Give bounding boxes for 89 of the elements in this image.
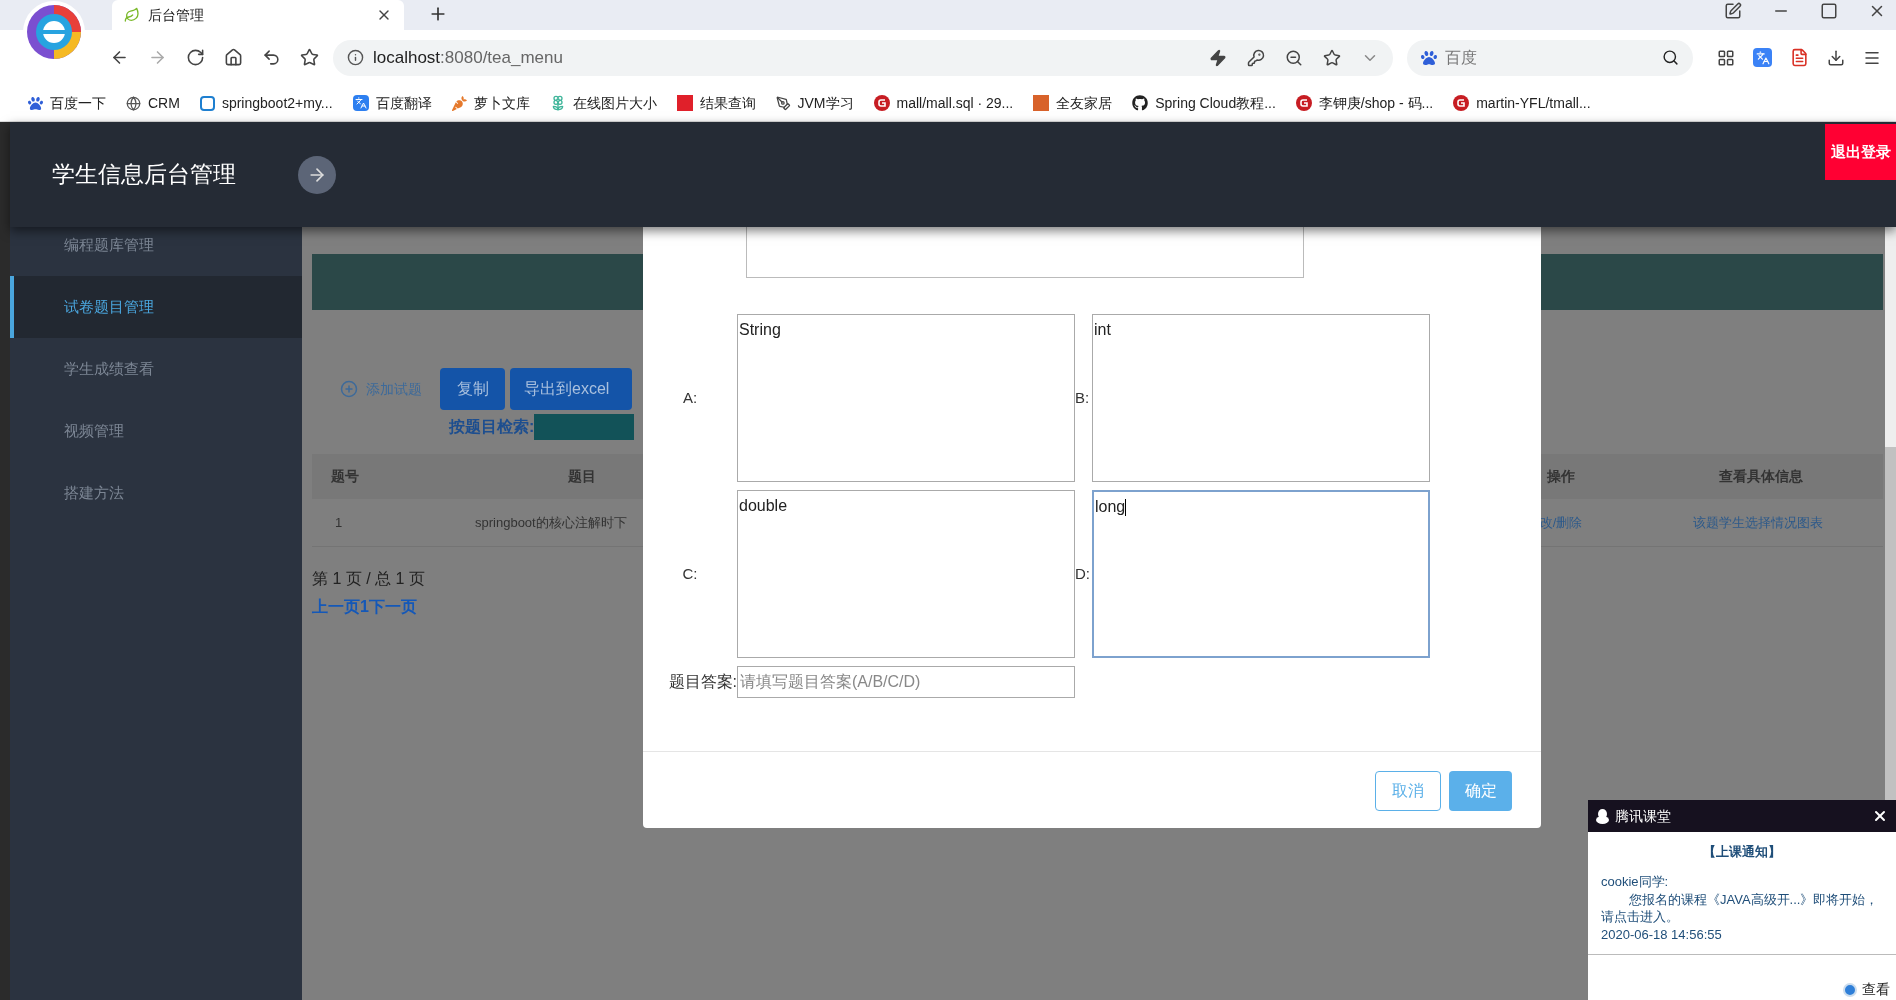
logout-button[interactable]: 退出登录 [1825,124,1896,180]
bookmark-item[interactable]: JVM学习 [775,92,854,114]
star-icon[interactable] [300,48,319,67]
bookmark-item[interactable]: mall/mall.sql · 29... [873,92,1014,114]
paw-icon [1421,49,1437,66]
option-label: D: [1075,563,1091,584]
bookmark-icon [1033,95,1050,111]
option-textarea[interactable]: double [737,490,1075,658]
page-summary: 第 1 页 / 总 1 页 [312,569,425,589]
browser-tab[interactable]: 后台管理 [112,0,404,30]
table-cell-text: 1 [335,513,344,532]
sidebar-item[interactable]: 搭建方法 [10,462,302,524]
bookmark-item[interactable]: 李钾庚/shop - 码... [1295,92,1434,114]
key-icon[interactable] [1247,48,1265,67]
bookmark-item[interactable]: martin-YFL/tmall... [1453,92,1591,114]
bookmark-item[interactable]: 结果查询 [676,92,756,114]
bookmark-item[interactable]: springboot2+my... [199,92,333,114]
notification-time: 2020-06-18 14:56:55 [1601,926,1723,944]
search-label: 按题目检索: [449,417,535,437]
search-input[interactable] [534,414,635,440]
view-link[interactable]: 查看 [1843,979,1890,1000]
note-icon[interactable] [1724,2,1742,20]
home-icon[interactable] [224,48,243,67]
option-label: C: [681,563,699,584]
undo-icon[interactable] [262,48,281,67]
sidebar-item[interactable]: 试卷题目管理 [10,276,302,338]
answer-field[interactable]: 请填写题目答案(A/B/C/D) [737,666,1075,698]
notification-title: 腾讯课堂 [1615,806,1672,826]
bookmark-item[interactable]: 百度一下 [28,92,106,114]
g-logo-icon [1453,95,1470,111]
github-icon [1132,95,1149,111]
pen-icon [775,95,791,111]
search-field[interactable]: 百度 [1407,39,1693,76]
plus-icon [340,380,358,398]
g-logo-icon [873,95,890,111]
column-header: 题目 [568,467,596,486]
option-textarea[interactable]: int [1092,314,1430,482]
bookmark-item[interactable]: Spring Cloud教程... [1132,92,1276,114]
option-textarea[interactable]: long [1092,490,1430,658]
maximize-icon[interactable] [1820,2,1838,20]
sidebar-item[interactable]: 视频管理 [10,400,302,462]
url-host: localhost [373,46,441,69]
option-textarea[interactable]: String [737,314,1075,482]
info-icon [347,49,364,66]
notification-message: 您报名的课程《JAVA高级开...》即将开始，请点击进入。 [1601,891,1880,925]
frame-icon [199,95,215,111]
bookmark-item[interactable]: 萝卜文库 [451,92,530,114]
notification-heading: 【上课通知】 [1702,843,1782,861]
column-header: 查看具体信息 [1719,467,1803,486]
answer-label: 题目答案: [667,672,737,692]
bookmark-item[interactable]: 在线图片大小 [549,92,657,114]
carrot-icon [451,95,467,111]
download-icon[interactable] [1827,48,1845,67]
bookmark-item[interactable]: 全友家居 [1033,92,1113,114]
g-logo-icon [1295,95,1312,111]
sidebar-item[interactable]: 学生成绩查看 [10,338,302,400]
translate-icon [352,95,369,111]
address-bar[interactable]: localhost:8080/tea_menu [333,39,1393,76]
bookmark-item[interactable]: 百度翻译 [352,92,432,114]
reload-icon[interactable] [186,48,205,67]
app-title: 学生信息后台管理 [52,160,236,190]
expand-button[interactable] [298,155,336,194]
column-header: 题号 [331,467,360,486]
sidebar-item[interactable]: 编程题库管理 [10,227,302,276]
bolt-icon[interactable] [1209,48,1227,67]
url-path: :8080/tea_menu [440,46,563,69]
copy-button[interactable]: 复制 [440,368,505,410]
table-cell-text: springboot的核心注解时下 [475,513,627,532]
leaf-icon [124,7,140,23]
content-textarea[interactable] [746,227,1304,278]
zoom-out-icon[interactable] [1285,48,1303,67]
column-header: 操作 [1547,467,1575,486]
notification-greeting: cookie同学: [1601,872,1670,891]
search-icon[interactable] [1662,49,1679,66]
grid-icon[interactable] [1717,48,1735,67]
penguin-icon [1596,808,1609,824]
paw-icon [28,95,43,111]
export-button[interactable]: 导出到excel [510,368,632,410]
translate-icon[interactable] [1753,48,1772,67]
bookmark-star-icon[interactable] [1323,48,1341,67]
pdf-icon[interactable] [1790,48,1809,67]
bookmark-item[interactable]: CRM [126,92,180,114]
back-icon[interactable] [110,48,129,67]
close-icon[interactable] [1872,808,1888,824]
globe-icon [126,95,141,111]
option-label: A: [681,387,699,408]
bookmark-icon [676,95,693,111]
option-label: B: [1075,387,1091,408]
tab-title: 后台管理 [148,5,205,25]
